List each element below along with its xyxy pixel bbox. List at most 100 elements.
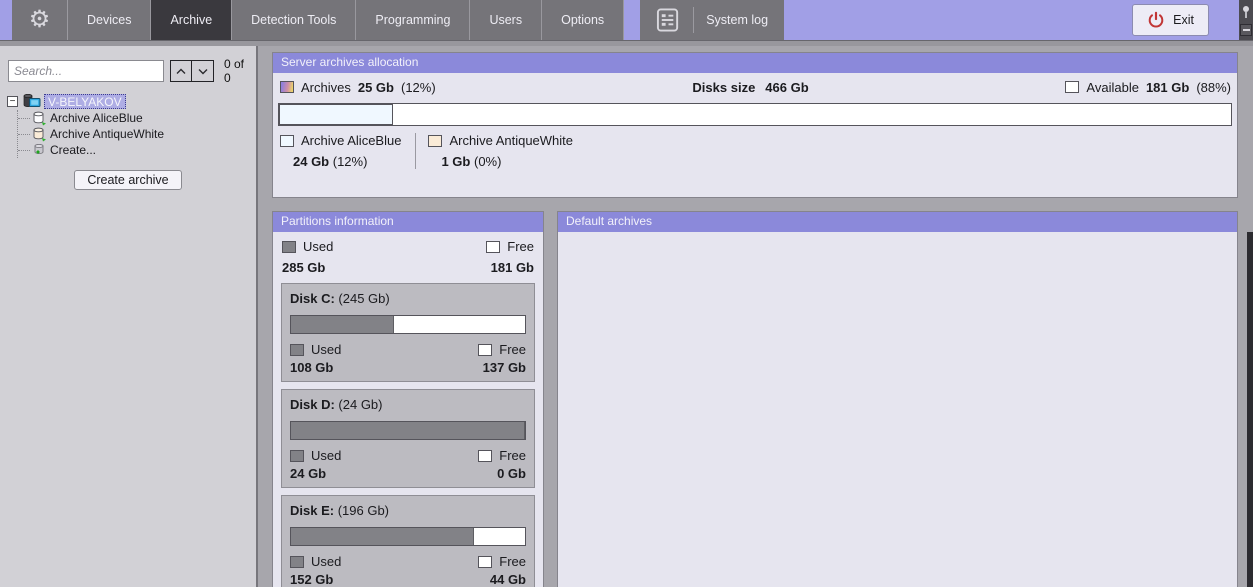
tab-archive[interactable]: Archive xyxy=(151,0,233,40)
pin-button[interactable] xyxy=(1241,0,1251,24)
tree-connector xyxy=(18,117,30,119)
archive-legend-antiquewhite: Archive AntiqueWhite 1 Gb (0%) xyxy=(415,133,587,169)
system-log-label: System log xyxy=(706,13,769,27)
power-icon xyxy=(1148,11,1164,28)
free-label: Free xyxy=(507,239,534,254)
free-label: Free xyxy=(499,342,526,357)
system-log-button[interactable]: System log xyxy=(640,0,785,40)
disk-used-fill xyxy=(291,422,525,439)
search-result-count: 0 of 0 xyxy=(224,57,245,85)
tree-node-server-label[interactable]: V-BELYAKOV xyxy=(44,94,126,109)
archive-cylinder-antiquewhite-icon xyxy=(33,127,46,141)
create-archive-button[interactable]: Create archive xyxy=(74,170,182,190)
tree-node-archive-antiquewhite[interactable]: Archive AntiqueWhite xyxy=(18,126,256,142)
disk-size: (245 Gb) xyxy=(338,291,390,306)
used-label: Used xyxy=(311,342,342,357)
total-used-value: 285 Gb xyxy=(282,260,326,275)
disk-free-value: 137 Gb xyxy=(482,360,526,375)
panel-handle xyxy=(1239,0,1253,40)
exit-label: Exit xyxy=(1173,13,1194,27)
disk-name: Disk D: xyxy=(290,397,335,412)
server-archives-allocation-panel: Server archives allocation Archives 25 G… xyxy=(272,52,1238,198)
minimize-button[interactable] xyxy=(1240,24,1252,36)
settings-gear-button[interactable]: ⚙ xyxy=(12,0,68,40)
available-percent: (88%) xyxy=(1196,79,1231,95)
free-label: Free xyxy=(499,448,526,463)
tree-node-server[interactable]: − V-BELYAKOV xyxy=(0,93,256,110)
tree-node-archive-aliceblue[interactable]: Archive AliceBlue xyxy=(18,110,256,126)
chevron-up-icon xyxy=(176,68,186,74)
tree-node-label[interactable]: Archive AliceBlue xyxy=(50,111,143,125)
disk-name: Disk E: xyxy=(290,503,335,518)
tree-node-label[interactable]: Archive AntiqueWhite xyxy=(50,127,164,141)
archive-tree-sidebar: 0 of 0 − V-BELYAKOV Archive AliceBlue xyxy=(0,46,258,587)
tab-devices[interactable]: Devices xyxy=(68,0,152,40)
available-value: 181 Gb xyxy=(1145,79,1190,95)
used-swatch-icon xyxy=(290,555,304,568)
tree-search-row: 0 of 0 xyxy=(0,46,256,91)
available-swatch-icon xyxy=(1065,81,1080,93)
disks-size: Disks size 466 Gb xyxy=(436,80,1066,95)
disk-size: (196 Gb) xyxy=(337,503,390,518)
tab-options[interactable]: Options xyxy=(542,0,625,40)
tab-users[interactable]: Users xyxy=(470,0,543,40)
tab-detection-tools[interactable]: Detection Tools xyxy=(232,0,357,40)
disk-used-value: 24 Gb xyxy=(290,466,327,481)
archives-percent: (12%) xyxy=(400,79,436,95)
top-navigation-bar: ⚙ Devices Archive Detection Tools Progra… xyxy=(0,0,1253,40)
tree-node-label[interactable]: Create... xyxy=(50,143,96,157)
free-swatch-icon xyxy=(478,343,493,356)
search-prev-button[interactable] xyxy=(170,60,192,82)
disk-used-fill xyxy=(291,528,474,545)
minus-icon xyxy=(1242,29,1250,31)
archive-percent: (12%) xyxy=(332,154,368,169)
free-swatch-icon xyxy=(478,449,493,462)
disk-used-value: 152 Gb xyxy=(290,572,334,587)
antiquewhite-swatch-icon xyxy=(428,134,443,147)
tree-node-create[interactable]: Create... xyxy=(18,142,256,158)
collapse-toggle[interactable]: − xyxy=(7,96,18,107)
archives-value: 25 Gb xyxy=(357,79,394,95)
panel-title: Partitions information xyxy=(273,212,543,232)
disk-name: Disk C: xyxy=(290,291,335,306)
system-log-icon xyxy=(657,7,695,33)
right-edge-strip xyxy=(1247,232,1253,587)
tree-connector xyxy=(18,149,30,151)
server-icon xyxy=(23,94,41,107)
exit-button[interactable]: Exit xyxy=(1132,4,1209,36)
archive-size: 1 Gb xyxy=(441,154,471,169)
disks-size-label: Disks size xyxy=(692,79,756,95)
used-label: Used xyxy=(303,239,334,254)
free-label: Free xyxy=(499,554,526,569)
available-label: Available xyxy=(1086,79,1139,95)
archives-allocation-bar[interactable] xyxy=(278,103,1232,126)
disk-card-e: Disk E: (196 Gb) Used Free 152 Gb 44 Gb xyxy=(281,495,535,587)
disk-card-c: Disk C: (245 Gb) Used Free 108 Gb 137 Gb xyxy=(281,283,535,382)
tree-connector xyxy=(18,133,30,135)
archive-name: Archive AliceBlue xyxy=(301,133,402,148)
disk-free-value: 44 Gb xyxy=(489,572,526,587)
allocation-bar-fill[interactable] xyxy=(279,104,394,125)
archives-swatch-icon xyxy=(280,81,294,93)
used-swatch-icon xyxy=(290,449,304,462)
server-tree: − V-BELYAKOV Archive AliceBlue Archive A… xyxy=(0,93,256,158)
available-legend: Available 181 Gb (88%) xyxy=(1065,80,1231,95)
search-input[interactable] xyxy=(8,60,164,82)
used-label: Used xyxy=(311,448,342,463)
used-swatch-icon xyxy=(282,240,296,253)
archives-label: Archives xyxy=(301,79,351,95)
archive-legend-aliceblue: Archive AliceBlue 24 Gb (12%) xyxy=(280,133,415,169)
main-tabs: ⚙ Devices Archive Detection Tools Progra… xyxy=(12,0,625,40)
archive-name: Archive AntiqueWhite xyxy=(449,133,574,148)
archive-percent: (0%) xyxy=(473,154,502,169)
total-free-value: 181 Gb xyxy=(490,260,534,275)
panel-title: Default archives xyxy=(558,212,1237,232)
archive-cylinder-aliceblue-icon xyxy=(33,111,46,125)
chevron-down-icon xyxy=(198,68,207,74)
aliceblue-swatch-icon xyxy=(280,134,294,147)
pin-icon xyxy=(1243,6,1249,18)
tab-programming[interactable]: Programming xyxy=(356,0,471,40)
search-next-button[interactable] xyxy=(192,60,214,82)
create-archive-plus-icon xyxy=(34,143,44,155)
gear-icon: ⚙ xyxy=(28,6,51,33)
